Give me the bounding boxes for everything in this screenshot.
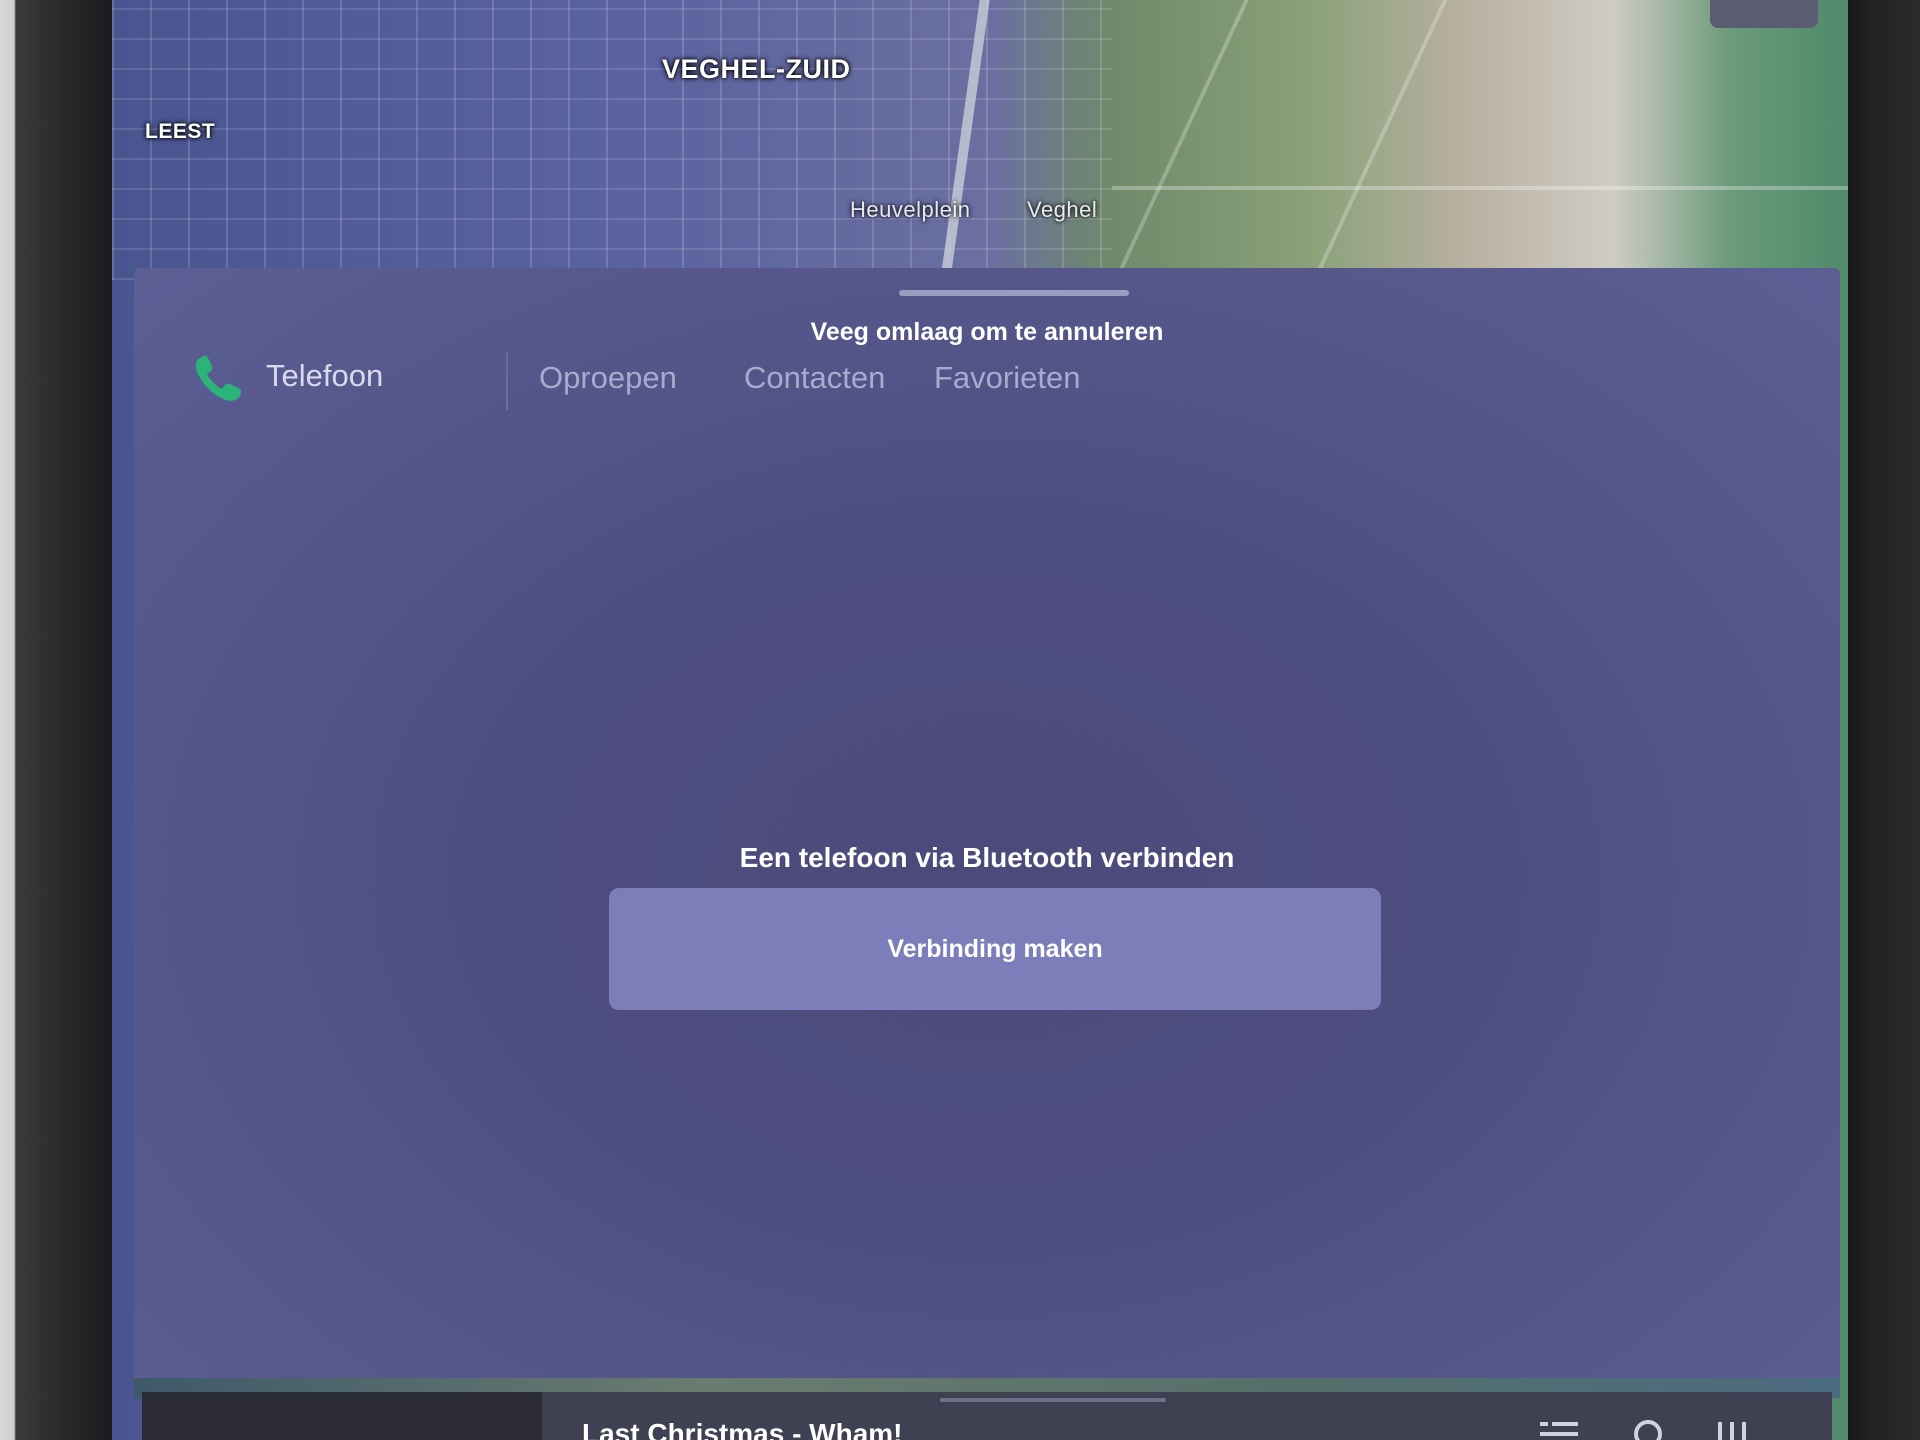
playlist-icon[interactable]: [1540, 1418, 1582, 1440]
map-label-leest: LEEST: [145, 120, 216, 143]
map-label-veghel: Veghel: [1027, 197, 1098, 222]
tab-contacts[interactable]: Contacten: [744, 360, 885, 396]
connect-button[interactable]: Verbinding maken: [609, 888, 1381, 1010]
media-drag-handle[interactable]: [940, 1398, 1166, 1402]
map-fields-area: [1112, 0, 1848, 280]
touchscreen: VEGHEL-ZUID LEEST Heuvelplein Veghel Tel…: [112, 0, 1848, 1440]
swipe-down-hint: Veeg omlaag om te annuleren: [810, 318, 1164, 346]
phone-icon: [190, 350, 246, 406]
map-label-veghel-zuid: VEGHEL-ZUID: [662, 54, 851, 84]
search-icon[interactable]: [1630, 1418, 1672, 1440]
tab-favorites[interactable]: Favorieten: [934, 360, 1080, 396]
tab-divider: [506, 352, 508, 410]
media-player-bar[interactable]: Last Christmas - Wham!: [142, 1392, 1832, 1440]
album-art[interactable]: [142, 1392, 542, 1440]
map-label-heuvelplein: Heuvelplein: [850, 197, 971, 222]
equalizer-icon[interactable]: [1714, 1418, 1756, 1440]
bluetooth-connect-prompt: Een telefoon via Bluetooth verbinden: [739, 842, 1235, 873]
panel-drag-handle[interactable]: [899, 290, 1129, 296]
connect-button-label: Verbinding maken: [887, 934, 1103, 963]
now-playing-title: Last Christmas - Wham!: [582, 1418, 903, 1440]
phone-title: Telefoon: [266, 358, 384, 393]
device-bezel-right: [1842, 0, 1920, 1440]
device-bezel-left: [0, 0, 118, 1440]
tab-calls[interactable]: Oproepen: [539, 360, 677, 396]
map-corner-button[interactable]: [1710, 0, 1818, 28]
phone-panel: Telefoon Oproepen Contacten Favorieten V…: [134, 268, 1840, 1378]
